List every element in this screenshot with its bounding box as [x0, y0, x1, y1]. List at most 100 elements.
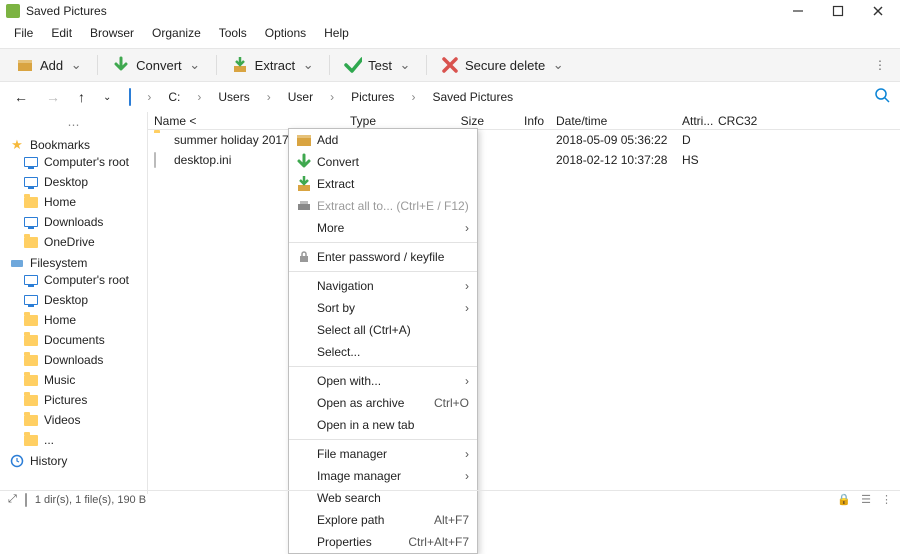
toolbar-overflow-icon[interactable]: ⋮	[874, 58, 894, 72]
status-more-icon[interactable]: ⋮	[881, 493, 892, 506]
sidebar-fs-fs-home[interactable]: Home	[4, 310, 143, 330]
sidebar-fs-fs-documents[interactable]: Documents	[4, 330, 143, 350]
ctx-extract[interactable]: Extract	[289, 173, 477, 195]
blank-icon	[295, 535, 313, 549]
sidebar-bookmark-onedrive[interactable]: OneDrive	[4, 232, 143, 252]
ctx-properties[interactable]: PropertiesCtrl+Alt+F7	[289, 531, 477, 553]
toolbar-add-button[interactable]: Add⌄	[6, 52, 93, 78]
ctx-explore-path[interactable]: Explore pathAlt+F7	[289, 509, 477, 531]
chevron-down-icon[interactable]: ⌄	[188, 57, 202, 73]
chevron-down-icon[interactable]: ⌄	[551, 57, 565, 73]
toolbar-extract-label: Extract	[255, 58, 295, 73]
col-attri[interactable]: Attri...	[676, 112, 712, 129]
chevron-right-icon: ›	[465, 301, 469, 315]
chevron-down-icon[interactable]: ⌄	[301, 57, 315, 73]
nav-forward-icon[interactable]: →	[42, 87, 64, 107]
menu-tools[interactable]: Tools	[211, 24, 255, 42]
sidebar-bookmarks-head[interactable]: ★ Bookmarks	[4, 138, 143, 152]
file-name: summer holiday 2017	[174, 133, 289, 147]
menu-options[interactable]: Options	[257, 24, 314, 42]
sidebar-history-head[interactable]: History	[4, 454, 143, 468]
table-row[interactable]: desktop.ini2018-02-12 10:37:28HS	[148, 150, 900, 170]
minimize-button[interactable]	[790, 3, 806, 19]
toolbar-extract-button[interactable]: Extract ⌄	[221, 52, 325, 78]
sidebar-fs-fs-pictures[interactable]: Pictures	[4, 390, 143, 410]
sidebar-fs-label: Home	[44, 313, 76, 327]
col-size[interactable]: Size	[434, 112, 490, 129]
status-list-icon[interactable]: ☰	[861, 493, 871, 506]
menu-browser[interactable]: Browser	[82, 24, 142, 42]
ctx-open-as-archive[interactable]: Open as archiveCtrl+O	[289, 392, 477, 414]
sidebar-fs-label: ...	[44, 433, 54, 447]
sidebar-fs-fs-desktop[interactable]: Desktop	[4, 290, 143, 310]
status-panel-icon[interactable]	[25, 494, 27, 506]
col-name[interactable]: Name <	[148, 112, 344, 129]
ctx-navigation[interactable]: Navigation›	[289, 275, 477, 297]
toolbar-securedelete-label: Secure delete	[465, 58, 545, 73]
chevron-down-icon[interactable]: ⌄	[398, 57, 412, 73]
col-info[interactable]: Info	[490, 112, 550, 129]
nav-up-icon[interactable]: ↑	[74, 87, 89, 107]
crumb-c[interactable]: C:	[163, 88, 185, 106]
ctx-add[interactable]: Add	[289, 129, 477, 151]
sidebar: ⋯ ★ Bookmarks Computer's rootDesktopHome…	[0, 112, 148, 494]
sidebar-more-icon[interactable]: ⋯	[4, 116, 143, 134]
sidebar-fs-fs-downloads[interactable]: Downloads	[4, 350, 143, 370]
ctx-enter-password-keyfile[interactable]: Enter password / keyfile	[289, 246, 477, 268]
maximize-button[interactable]	[830, 3, 846, 19]
chevron-down-icon[interactable]: ⌄	[69, 57, 83, 73]
col-datetime[interactable]: Date/time	[550, 112, 676, 129]
nav-monitor-icon[interactable]	[125, 87, 135, 107]
arrow-down-green-icon	[112, 56, 130, 74]
toolbar-test-label: Test	[368, 58, 392, 73]
arrow-down-box-icon	[231, 56, 249, 74]
ctx-sort-by[interactable]: Sort by›	[289, 297, 477, 319]
monitor-icon	[24, 155, 38, 169]
menu-edit[interactable]: Edit	[43, 24, 80, 42]
ctx-convert[interactable]: Convert	[289, 151, 477, 173]
menu-help[interactable]: Help	[316, 24, 357, 42]
crumb-pictures[interactable]: Pictures	[346, 88, 399, 106]
navbar: ← → ↑ ⌄ › C: › Users › User › Pictures ›…	[0, 82, 900, 112]
statusbar: ⤢ 1 dir(s), 1 file(s), 190 B 🔒 ☰ ⋮	[0, 490, 900, 508]
sidebar-fs-fs-root[interactable]: Computer's root	[4, 270, 143, 290]
sidebar-bookmark-desktop[interactable]: Desktop	[4, 172, 143, 192]
sidebar-fs-fs-videos[interactable]: Videos	[4, 410, 143, 430]
crumb-saved-pictures[interactable]: Saved Pictures	[427, 88, 518, 106]
sidebar-fs-label: Documents	[44, 333, 105, 347]
ctx-open-with[interactable]: Open with...›	[289, 370, 477, 392]
ctx-select-all-ctrl-a[interactable]: Select all (Ctrl+A)	[289, 319, 477, 341]
ctx-file-manager[interactable]: File manager›	[289, 443, 477, 465]
ctx-more[interactable]: More›	[289, 217, 477, 239]
toolbar-test-button[interactable]: Test ⌄	[334, 52, 422, 78]
menu-organize[interactable]: Organize	[144, 24, 209, 42]
col-type[interactable]: Type	[344, 112, 434, 129]
crumb-user[interactable]: User	[283, 88, 318, 106]
sidebar-bookmark-computers-root[interactable]: Computer's root	[4, 152, 143, 172]
ctx-select[interactable]: Select...	[289, 341, 477, 363]
chevron-right-icon: ›	[265, 90, 273, 104]
toolbar-securedelete-button[interactable]: Secure delete ⌄	[431, 52, 575, 78]
sidebar-bookmark-home[interactable]: Home	[4, 192, 143, 212]
sidebar-bookmark-downloads[interactable]: Downloads	[4, 212, 143, 232]
clock-icon	[10, 454, 24, 468]
crumb-users[interactable]: Users	[213, 88, 254, 106]
sidebar-fs-fs-more[interactable]: ...	[4, 430, 143, 450]
ctx-open-in-a-new-tab[interactable]: Open in a new tab	[289, 414, 477, 436]
status-lock-icon[interactable]: 🔒	[837, 493, 851, 506]
table-row[interactable]: summer holiday 20172018-05-09 05:36:22D	[148, 130, 900, 150]
sidebar-filesystem-head[interactable]: Filesystem	[4, 256, 143, 270]
content-pane: Name < Type Size Info Date/time Attri...…	[148, 112, 900, 494]
toolbar-convert-button[interactable]: Convert⌄	[102, 52, 212, 78]
search-icon[interactable]	[874, 87, 890, 107]
menu-file[interactable]: File	[6, 24, 41, 42]
window-title: Saved Pictures	[26, 4, 790, 18]
drive-icon	[10, 256, 24, 270]
close-button[interactable]	[870, 3, 886, 19]
sidebar-fs-fs-music[interactable]: Music	[4, 370, 143, 390]
col-crc[interactable]: CRC32	[712, 112, 772, 129]
ctx-image-manager[interactable]: Image manager›	[289, 465, 477, 487]
nav-back-icon[interactable]: ←	[10, 87, 32, 107]
nav-chevron-icon[interactable]: ⌄	[99, 90, 115, 105]
status-expand-icon[interactable]: ⤢	[8, 493, 17, 506]
